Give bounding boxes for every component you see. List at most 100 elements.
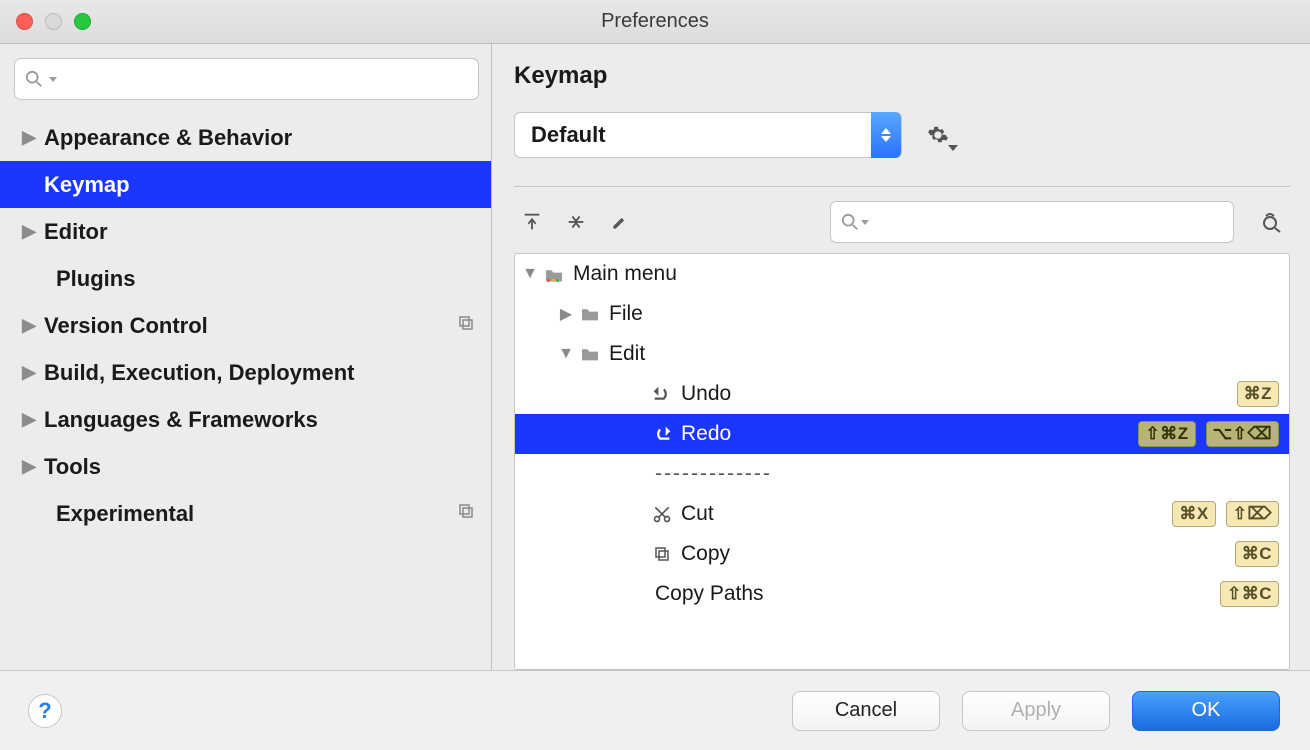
keymap-toolbar: [514, 201, 1290, 243]
tree-row-label: Copy: [681, 542, 730, 566]
expand-chevron-icon: ▶: [22, 221, 36, 242]
main-panel: Keymap Default: [492, 44, 1310, 670]
tree-row[interactable]: ▶ File: [515, 294, 1289, 334]
sidebar-item-label: Experimental: [56, 501, 194, 527]
help-button[interactable]: ?: [28, 694, 62, 728]
titlebar: Preferences: [0, 0, 1310, 44]
expand-chevron-icon: ▶: [555, 304, 577, 324]
sidebar-item-keymap[interactable]: Keymap: [0, 161, 491, 208]
tree-row[interactable]: ▼ Main menu: [515, 254, 1289, 294]
shortcut-list: ⇧⌘Z ⌥⇧⌫: [1138, 421, 1279, 447]
find-by-shortcut-icon: [1260, 210, 1284, 234]
combo-stepper-icon: [871, 112, 901, 158]
tree-row[interactable]: Cut ⌘X ⇧⌦: [515, 494, 1289, 534]
search-options-chevron-icon[interactable]: [861, 220, 869, 225]
expand-all-button[interactable]: [514, 205, 550, 239]
search-icon: [841, 213, 859, 231]
sidebar-item-version-control[interactable]: ▶ Version Control: [0, 302, 491, 349]
expand-chevron-icon: ▶: [22, 456, 36, 477]
sidebar-item-label: Plugins: [56, 266, 135, 292]
expand-chevron-icon: ▶: [22, 127, 36, 148]
shortcut-list: ⌘Z: [1237, 381, 1279, 407]
expand-chevron-icon: ▶: [22, 315, 36, 336]
sidebar-item-plugins[interactable]: Plugins: [0, 255, 491, 302]
undo-icon: [649, 386, 675, 402]
tree-row-label: Redo: [681, 422, 731, 446]
search-icon: [25, 70, 43, 88]
sidebar-item-label: Appearance & Behavior: [44, 125, 292, 151]
sidebar-item-appearance-behavior[interactable]: ▶ Appearance & Behavior: [0, 114, 491, 161]
ok-button[interactable]: OK: [1132, 691, 1280, 731]
tree-row[interactable]: -------------: [515, 454, 1289, 494]
divider: [514, 186, 1290, 187]
shortcut-badge: ⌥⇧⌫: [1206, 421, 1279, 447]
settings-tree: ▶ Appearance & Behavior Keymap ▶ Editor Plugi…: [0, 114, 491, 537]
cancel-button[interactable]: Cancel: [792, 691, 940, 731]
scheme-row: Default: [514, 112, 1290, 158]
tree-row-label: Cut: [681, 502, 714, 526]
action-search[interactable]: [830, 201, 1234, 243]
sidebar-item-languages-frameworks[interactable]: ▶ Languages & Frameworks: [0, 396, 491, 443]
tree-row-label: -------------: [655, 462, 772, 486]
shortcut-list: ⌘C: [1235, 541, 1279, 567]
sidebar-item-label: Tools: [44, 454, 101, 480]
shortcut-list: ⌘X ⇧⌦: [1172, 501, 1279, 527]
shortcut-badge: ⇧⌘C: [1220, 581, 1279, 607]
collapse-all-icon: [565, 211, 587, 233]
menu-folder-icon: [541, 265, 567, 283]
tree-row[interactable]: Undo ⌘Z: [515, 374, 1289, 414]
expand-all-icon: [521, 211, 543, 233]
sidebar-search[interactable]: [14, 58, 479, 100]
collapse-all-button[interactable]: [558, 205, 594, 239]
actions-tree[interactable]: ▼ Main menu ▶ File ▼Edit Undo ⌘Z Redo ⇧⌘Z ⌥⇧⌫ ----…: [514, 253, 1290, 670]
tree-row-label: Copy Paths: [655, 582, 764, 606]
tree-row[interactable]: Redo ⇧⌘Z ⌥⇧⌫: [515, 414, 1289, 454]
shortcut-badge: ⌘Z: [1237, 381, 1279, 407]
tree-row-label: Undo: [681, 382, 731, 406]
shortcut-list: ⇧⌘C: [1220, 581, 1279, 607]
sidebar-item-label: Languages & Frameworks: [44, 407, 318, 433]
folder-icon: [577, 346, 603, 362]
find-by-shortcut-button[interactable]: [1254, 204, 1290, 240]
shortcut-badge: ⌘X: [1172, 501, 1215, 527]
gear-icon: [927, 124, 949, 146]
sidebar-search-input[interactable]: [61, 69, 468, 90]
copy-icon: [649, 545, 675, 563]
pencil-icon: [610, 212, 630, 232]
sidebar-item-build-execution-deployment[interactable]: ▶ Build, Execution, Deployment: [0, 349, 491, 396]
edit-shortcut-button[interactable]: [602, 205, 638, 239]
keymap-scheme-value: Default: [531, 122, 606, 148]
window-title: Preferences: [0, 10, 1310, 33]
sidebar-item-editor[interactable]: ▶ Editor: [0, 208, 491, 255]
dialog-footer: ? Cancel Apply OK: [0, 670, 1310, 750]
tree-row-label: Main menu: [573, 262, 677, 286]
sidebar-item-experimental[interactable]: Experimental: [0, 490, 491, 537]
folder-icon: [577, 306, 603, 322]
cut-icon: [649, 504, 675, 524]
sidebar-search-wrap: [0, 44, 491, 108]
search-options-chevron-icon[interactable]: [49, 77, 57, 82]
keymap-scheme-select[interactable]: Default: [514, 112, 902, 158]
shortcut-badge: ⇧⌦: [1226, 501, 1279, 527]
tree-row[interactable]: Copy ⌘C: [515, 534, 1289, 574]
apply-button[interactable]: Apply: [962, 691, 1110, 731]
sidebar-item-label: Build, Execution, Deployment: [44, 360, 354, 386]
content: ▶ Appearance & Behavior Keymap ▶ Editor Plugi…: [0, 44, 1310, 670]
sidebar-item-tools[interactable]: ▶ Tools: [0, 443, 491, 490]
expand-chevron-icon: ▶: [22, 409, 36, 430]
tree-row-label: File: [609, 302, 643, 326]
expand-chevron-icon: ▼: [555, 345, 577, 363]
scheme-actions-button[interactable]: [926, 123, 950, 147]
action-search-input[interactable]: [869, 212, 1223, 233]
project-level-icon: [457, 314, 475, 337]
sidebar-item-label: Version Control: [44, 313, 208, 339]
sidebar: ▶ Appearance & Behavior Keymap ▶ Editor Plugi…: [0, 44, 492, 670]
expand-chevron-icon: ▶: [22, 362, 36, 383]
chevron-down-icon: [948, 145, 958, 151]
sidebar-item-label: Editor: [44, 219, 108, 245]
expand-chevron-icon: ▼: [519, 265, 541, 283]
page-title: Keymap: [514, 62, 1290, 90]
tree-row[interactable]: Copy Paths ⇧⌘C: [515, 574, 1289, 614]
shortcut-badge: ⇧⌘Z: [1138, 421, 1195, 447]
tree-row[interactable]: ▼Edit: [515, 334, 1289, 374]
